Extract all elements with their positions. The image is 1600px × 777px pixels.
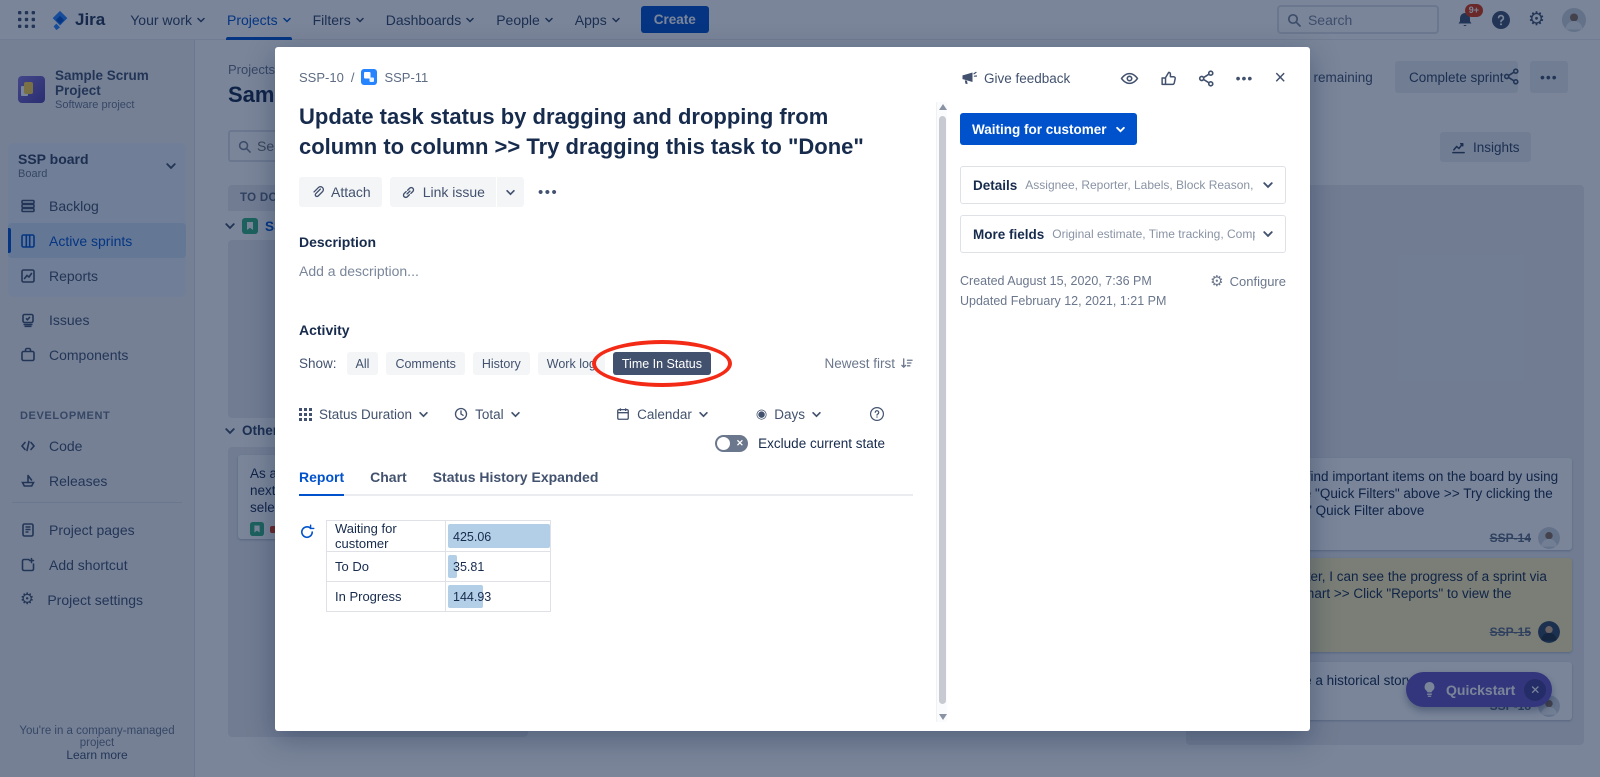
show-label: Show: <box>299 356 337 371</box>
table-row: To Do 35.81 <box>327 552 551 582</box>
sort-icon <box>900 357 913 370</box>
modal-scrollbar[interactable] <box>936 102 947 722</box>
grid-icon <box>299 408 312 421</box>
issue-detail-modal: SSP-10 / SSP-11 Update task status by dr… <box>275 47 1310 731</box>
status-duration-dropdown[interactable]: Status Duration <box>299 407 428 422</box>
tab-chart[interactable]: Chart <box>370 469 407 494</box>
subtask-icon <box>361 69 377 85</box>
tab-report[interactable]: Report <box>299 469 344 496</box>
filter-work-log[interactable]: Work log <box>538 352 605 375</box>
scroll-up-arrow[interactable] <box>939 104 947 110</box>
updated-timestamp: Updated February 12, 2021, 1:21 PM <box>960 294 1166 308</box>
give-feedback-button[interactable]: Give feedback <box>960 71 1070 86</box>
link-icon <box>401 185 416 200</box>
exclude-current-state-toggle[interactable]: ✕ <box>715 435 748 452</box>
link-issue-dropdown[interactable] <box>497 177 524 207</box>
chevron-down-icon <box>1263 229 1273 239</box>
clock-icon <box>454 407 468 421</box>
sort-order-button[interactable]: Newest first <box>824 356 913 371</box>
chevron-down-icon <box>1263 180 1273 190</box>
calendar-icon <box>616 407 630 421</box>
parent-issue-link[interactable]: SSP-10 <box>299 70 344 85</box>
scroll-down-arrow[interactable] <box>939 714 947 720</box>
issue-key-link[interactable]: SSP-11 <box>384 70 428 85</box>
target-icon: ◉ <box>756 406 767 422</box>
scrollbar-thumb[interactable] <box>939 116 946 704</box>
filter-comments[interactable]: Comments <box>386 352 464 375</box>
exclude-current-state-label: Exclude current state <box>758 436 885 451</box>
status-dropdown-button[interactable]: Waiting for customer <box>960 113 1137 145</box>
description-heading: Description <box>299 234 913 250</box>
watch-icon[interactable] <box>1120 71 1139 86</box>
like-icon[interactable] <box>1160 70 1177 87</box>
link-issue-split-button: Link issue <box>390 177 524 207</box>
configure-button[interactable]: ⚙ Configure <box>1210 274 1286 289</box>
gear-icon: ⚙ <box>1210 274 1223 289</box>
table-row: In Progress 144.93 <box>327 582 551 612</box>
details-panel[interactable]: Details Assignee, Reporter, Labels, Bloc… <box>960 166 1286 204</box>
paperclip-icon <box>310 185 324 199</box>
close-icon[interactable]: × <box>1274 68 1286 88</box>
issue-breadcrumb: SSP-10 / SSP-11 <box>299 69 913 85</box>
more-fields-panel[interactable]: More fields Original estimate, Time trac… <box>960 215 1286 253</box>
issue-title[interactable]: Update task status by dragging and dropp… <box>299 102 903 162</box>
activity-heading: Activity <box>299 322 913 338</box>
total-dropdown[interactable]: Total <box>454 407 520 422</box>
status-duration-table: Waiting for customer 425.06 To Do 35.81 … <box>326 520 551 612</box>
time-in-status-tabs: Report Chart Status History Expanded <box>299 469 913 496</box>
share-icon[interactable] <box>1198 70 1215 87</box>
attach-button[interactable]: Attach <box>299 177 382 207</box>
filter-time-in-status[interactable]: Time In Status <box>613 352 711 375</box>
link-issue-button[interactable]: Link issue <box>390 177 497 207</box>
filter-all[interactable]: All <box>347 352 379 375</box>
issue-more-button[interactable]: ••• <box>532 184 564 201</box>
created-timestamp: Created August 15, 2020, 7:36 PM <box>960 274 1166 288</box>
description-placeholder[interactable]: Add a description... <box>299 263 913 279</box>
table-row: Waiting for customer 425.06 <box>327 521 551 552</box>
refresh-icon[interactable] <box>299 524 315 612</box>
tab-status-history-expanded[interactable]: Status History Expanded <box>433 469 599 494</box>
help-circle-icon[interactable] <box>869 406 885 422</box>
filter-history[interactable]: History <box>473 352 530 375</box>
modal-more-button[interactable]: ••• <box>1236 70 1254 86</box>
calendar-dropdown[interactable]: Calendar <box>616 407 708 422</box>
unit-days-dropdown[interactable]: ◉ Days <box>756 406 821 422</box>
megaphone-icon <box>960 71 977 86</box>
